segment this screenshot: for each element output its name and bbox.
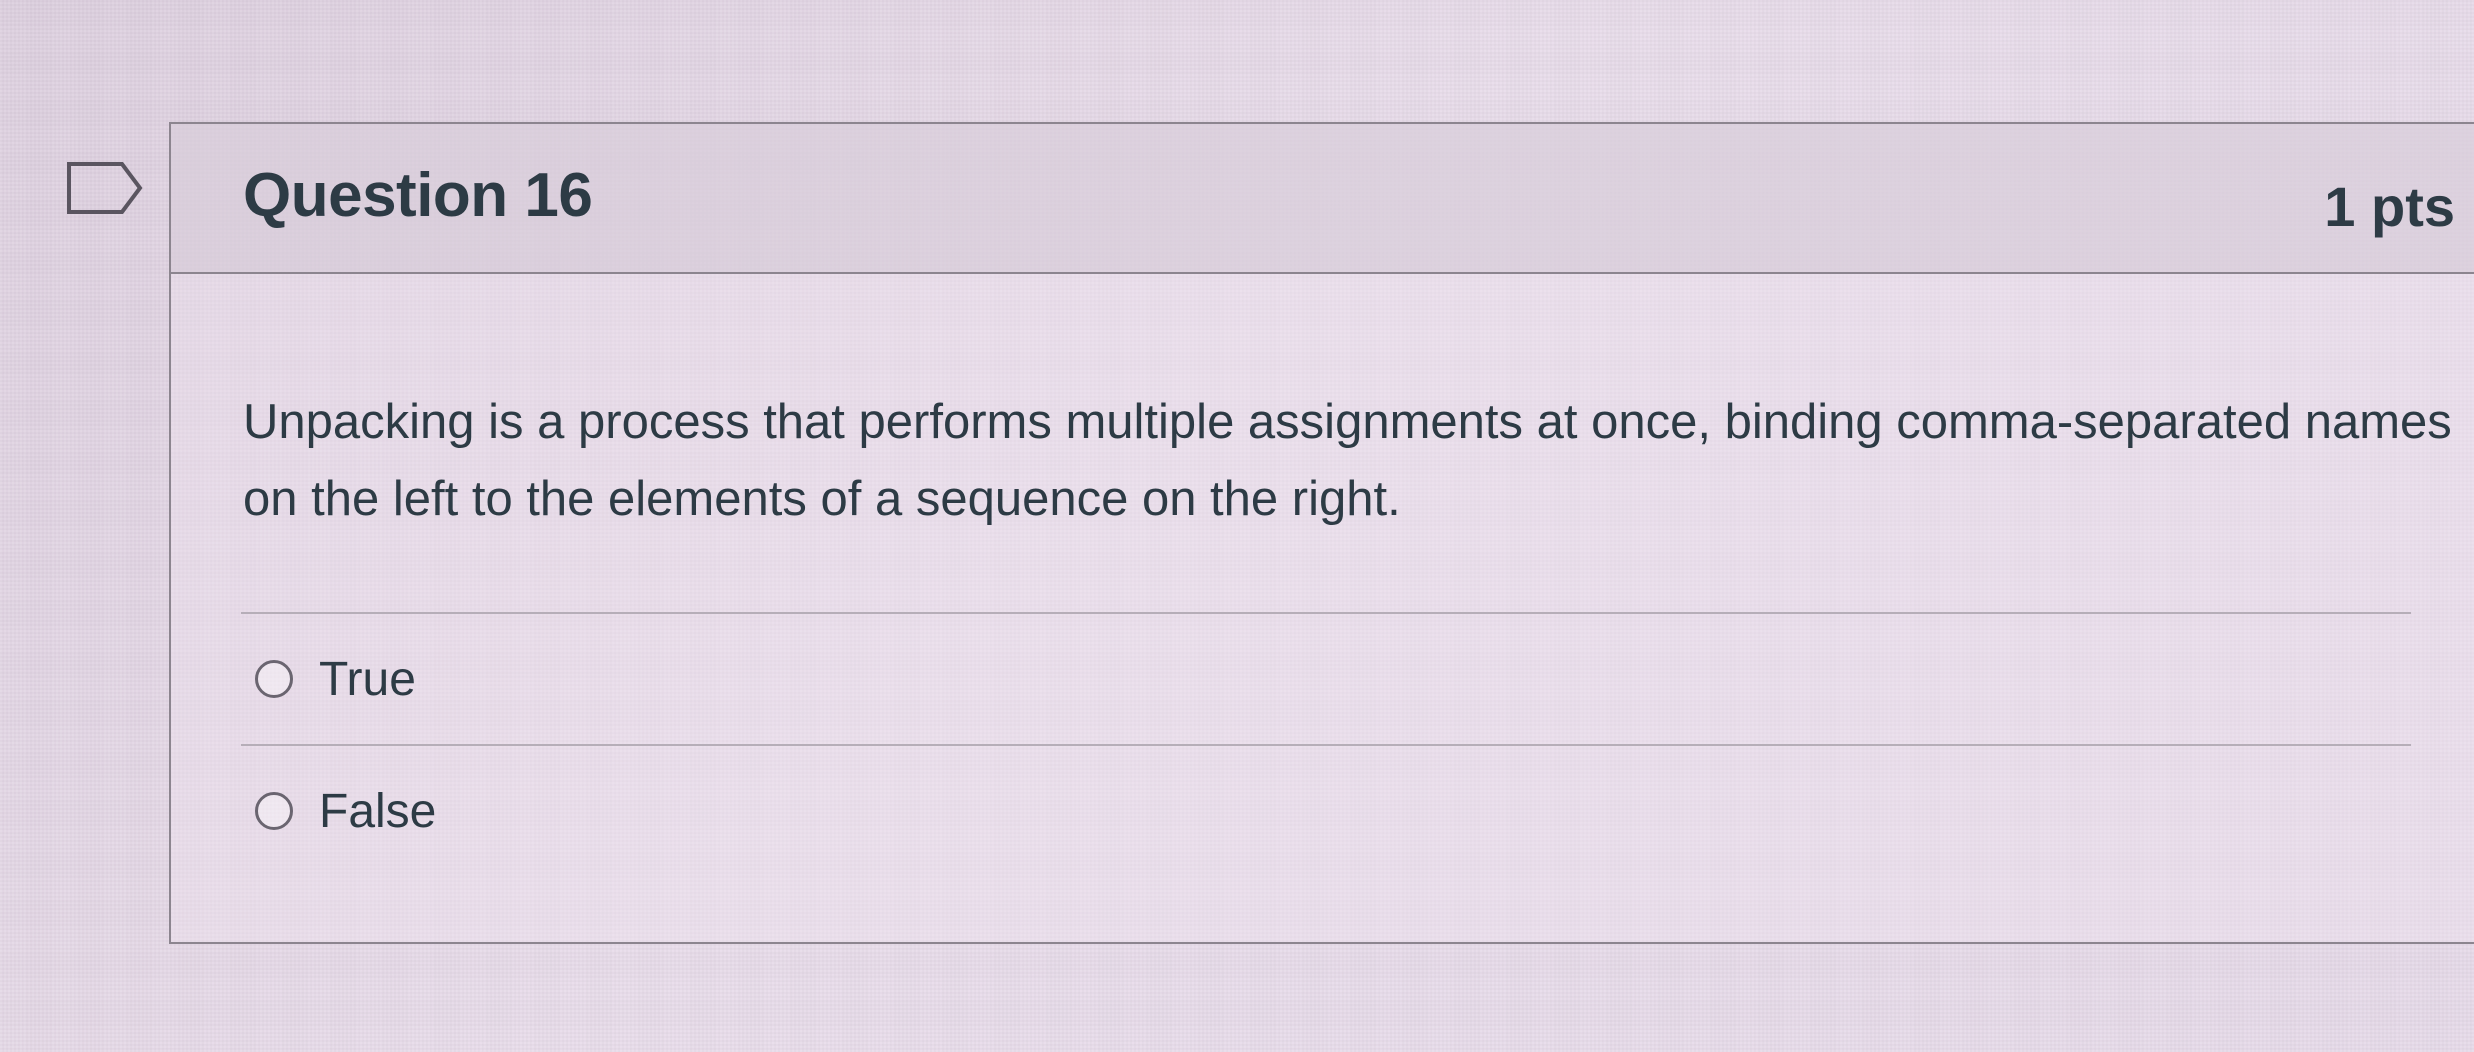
answer-list: True False: [241, 612, 2411, 876]
radio-button-true[interactable]: [255, 660, 293, 698]
answer-option-true[interactable]: True: [241, 614, 2411, 744]
answer-label-false: False: [319, 784, 437, 838]
question-card: Question 16 1 pts Unpacking is a process…: [169, 122, 2474, 944]
answer-label-true: True: [319, 652, 416, 706]
question-points: 1 pts: [2324, 175, 2455, 238]
answer-option-false[interactable]: False: [241, 746, 2411, 876]
question-title: Question 16: [243, 161, 593, 230]
flag-question-icon[interactable]: [66, 161, 144, 215]
question-text: Unpacking is a process that performs mul…: [243, 395, 2452, 526]
question-header: Question 16 1 pts: [171, 124, 2474, 274]
radio-button-false[interactable]: [255, 792, 293, 830]
